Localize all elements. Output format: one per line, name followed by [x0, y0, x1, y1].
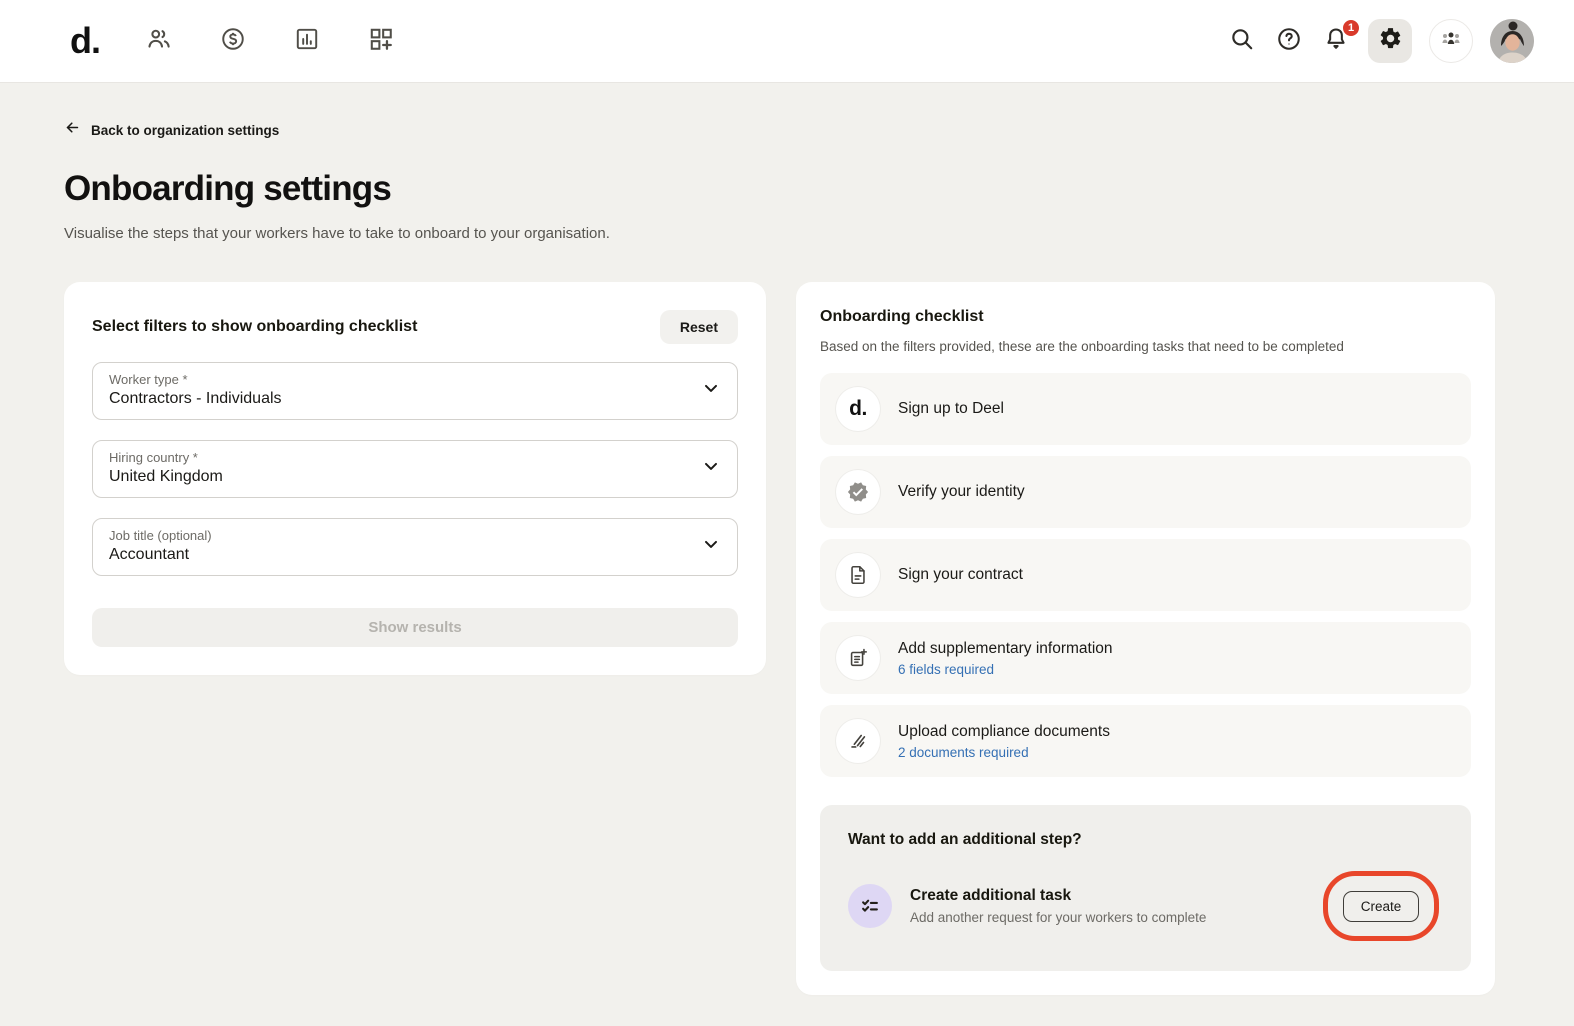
payments-nav-button[interactable] — [218, 26, 248, 56]
primary-nav — [144, 26, 396, 56]
team-icon — [1439, 27, 1463, 56]
hiring-country-label: Hiring country * — [109, 450, 198, 465]
additional-step-heading: Want to add an additional step? — [848, 831, 1082, 848]
hiring-country-texts: Hiring country * United Kingdom — [109, 450, 223, 486]
filters-card: Select filters to show onboarding checkl… — [64, 282, 766, 675]
chevron-down-icon — [701, 378, 721, 403]
chevron-down-icon — [701, 534, 721, 559]
mini-deel-logo: d. — [849, 397, 867, 420]
task-label: Sign up to Deel — [898, 400, 1004, 417]
additional-task-title: Create additional task — [910, 887, 1072, 904]
people-nav-button[interactable] — [144, 26, 174, 56]
top-navbar: d. 1 — [0, 0, 1574, 83]
task-texts: Sign up to Deel — [898, 400, 1004, 418]
back-arrow-icon — [64, 119, 81, 141]
task-label: Verify your identity — [898, 483, 1025, 500]
task-label: Sign your contract — [898, 566, 1023, 583]
job-title-texts: Job title (optional) Accountant — [109, 528, 212, 564]
apps-nav-button[interactable] — [366, 26, 396, 56]
create-button[interactable]: Create — [1342, 890, 1420, 922]
help-button[interactable] — [1274, 26, 1304, 56]
reports-nav-button[interactable] — [292, 26, 322, 56]
task-row-supplementary-info: Add supplementary information 6 fields r… — [820, 622, 1471, 694]
checklist-card-title: Onboarding checklist — [820, 308, 984, 325]
hiring-country-value: United Kingdom — [109, 468, 223, 485]
task-row-verify-identity: Verify your identity — [820, 456, 1471, 528]
deel-logo[interactable]: d. — [70, 23, 101, 59]
additional-task-texts: Create additional task Add another reque… — [910, 887, 1323, 925]
page-subtitle: Visualise the steps that your workers ha… — [64, 225, 610, 242]
checklist-card-subtitle: Based on the filters provided, these are… — [820, 339, 1344, 354]
search-icon — [1229, 26, 1255, 57]
job-title-label: Job title (optional) — [109, 528, 212, 543]
user-avatar[interactable] — [1490, 19, 1534, 63]
additional-task-row: Create additional task Add another reque… — [848, 871, 1443, 941]
checklist-icon — [848, 884, 892, 928]
bar-chart-icon — [294, 26, 320, 57]
gear-icon — [1378, 26, 1403, 56]
reset-button[interactable]: Reset — [659, 310, 738, 344]
dollar-icon — [220, 26, 246, 57]
chevron-down-icon — [701, 456, 721, 481]
job-title-value: Accountant — [109, 546, 190, 563]
task-texts: Add supplementary information 6 fields r… — [898, 640, 1113, 677]
filters-card-header: Select filters to show onboarding checkl… — [92, 310, 738, 344]
task-label: Upload compliance documents — [898, 722, 1110, 740]
help-icon — [1276, 26, 1302, 57]
worker-type-select[interactable]: Worker type * Contractors - Individuals — [92, 362, 738, 420]
task-row-sign-contract: Sign your contract — [820, 539, 1471, 611]
cards-container: Select filters to show onboarding checkl… — [64, 282, 1510, 995]
task-label: Add supplementary information — [898, 639, 1113, 657]
signature-icon — [836, 719, 880, 763]
main-content: Back to organization settings Onboarding… — [0, 83, 1574, 995]
worker-type-texts: Worker type * Contractors - Individuals — [109, 372, 282, 408]
task-row-sign-up: d. Sign up to Deel — [820, 373, 1471, 445]
back-link-label: Back to organization settings — [91, 122, 280, 138]
documents-required-link[interactable]: 2 documents required — [898, 745, 1110, 760]
additional-step-box: Want to add an additional step? Create a… — [820, 805, 1471, 971]
avatar-illustration — [1490, 19, 1534, 63]
document-icon — [836, 553, 880, 597]
hiring-country-select[interactable]: Hiring country * United Kingdom — [92, 440, 738, 498]
settings-button-active[interactable] — [1368, 19, 1412, 63]
notification-badge: 1 — [1342, 19, 1360, 37]
task-row-compliance-docs: Upload compliance documents 2 documents … — [820, 705, 1471, 777]
additional-task-subtitle: Add another request for your workers to … — [910, 910, 1207, 925]
fields-required-link[interactable]: 6 fields required — [898, 662, 1113, 677]
apps-grid-plus-icon — [368, 26, 394, 57]
document-plus-icon — [836, 636, 880, 680]
navbar-actions: 1 — [1227, 19, 1534, 63]
badge-check-icon — [836, 470, 880, 514]
worker-type-label: Worker type * — [109, 372, 188, 387]
job-title-select[interactable]: Job title (optional) Accountant — [92, 518, 738, 576]
task-texts: Sign your contract — [898, 566, 1023, 584]
back-link[interactable]: Back to organization settings — [64, 119, 1510, 141]
search-button[interactable] — [1227, 26, 1257, 56]
filters-card-title: Select filters to show onboarding checkl… — [92, 318, 418, 335]
checklist-card: Onboarding checklist Based on the filter… — [796, 282, 1495, 995]
deel-logo-icon: d. — [836, 387, 880, 431]
people-icon — [146, 26, 172, 57]
page-title: Onboarding settings — [64, 169, 392, 208]
create-button-area: Create — [1323, 871, 1439, 941]
task-texts: Upload compliance documents 2 documents … — [898, 723, 1110, 760]
notifications-button[interactable]: 1 — [1321, 19, 1360, 56]
worker-type-value: Contractors - Individuals — [109, 390, 282, 407]
show-results-button-disabled[interactable]: Show results — [92, 608, 738, 647]
task-texts: Verify your identity — [898, 483, 1025, 501]
org-switcher-button[interactable] — [1429, 19, 1473, 63]
